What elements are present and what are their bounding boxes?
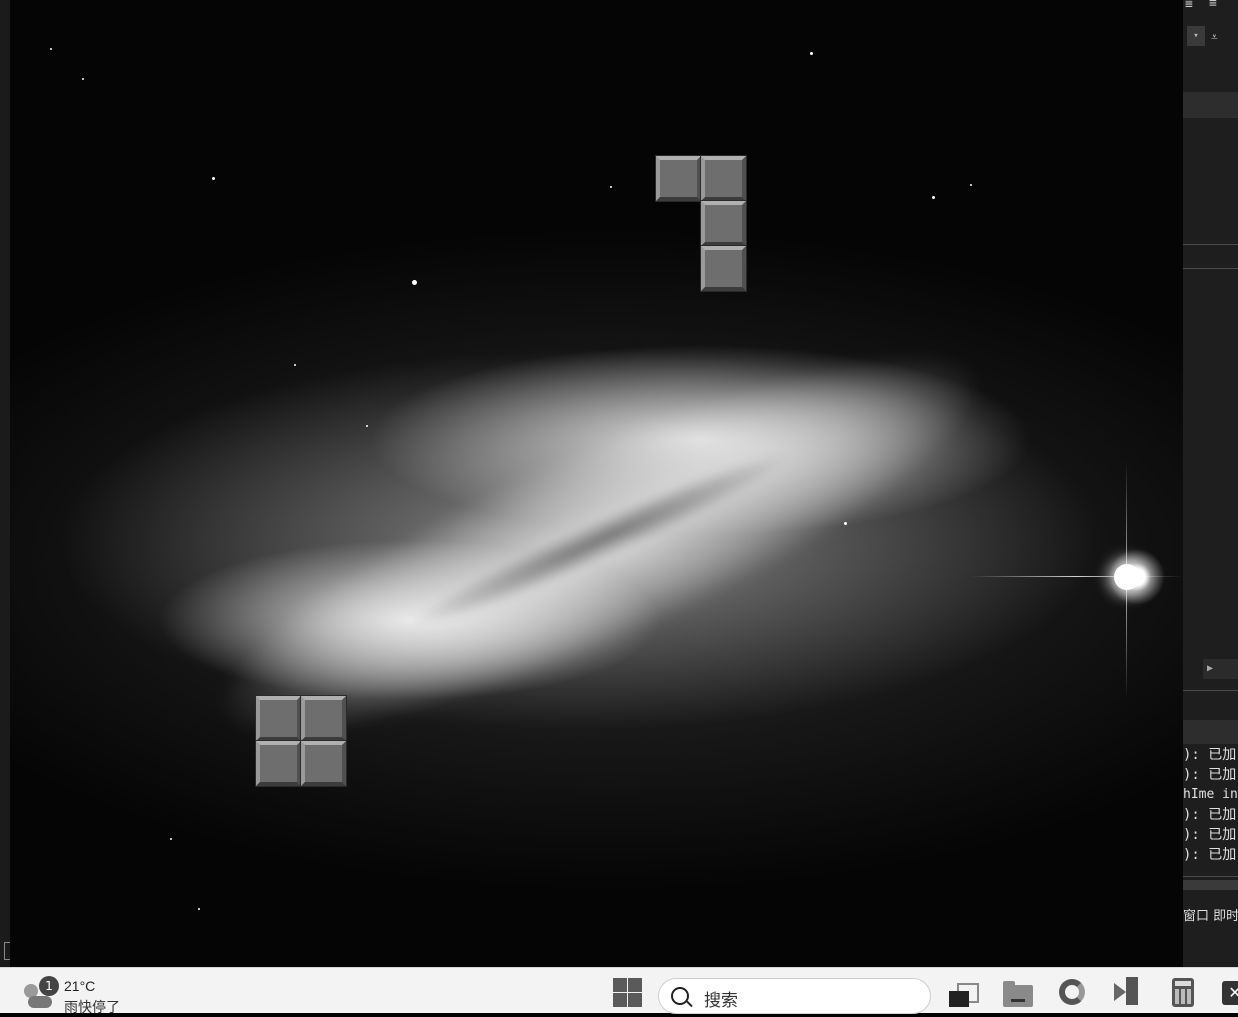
tetromino-block (255, 695, 302, 742)
output-log: ): 已加 ): 已加 hIme in ): 已加 ): 已加 ): 已加 (1183, 745, 1238, 865)
visual-studio-icon[interactable] (1110, 975, 1144, 1009)
list-icon[interactable]: ≣ (1185, 0, 1193, 11)
star (932, 196, 935, 199)
search-placeholder: 搜索 (704, 991, 738, 1010)
tetromino-block (700, 200, 747, 247)
menu-overflow-icon[interactable]: ⩡ (1211, 30, 1218, 45)
divider (1183, 876, 1238, 877)
tetromino-block (700, 245, 747, 292)
taskbar: 1 21°C 雨快停了 搜索 ✕ (0, 967, 1238, 1015)
tetromino-block (300, 695, 347, 742)
star (610, 186, 612, 188)
scrollbar[interactable] (1183, 880, 1238, 890)
search-icon (671, 987, 689, 1005)
output-line: ): 已加 (1183, 747, 1237, 763)
windows-start-icon[interactable] (611, 975, 645, 1009)
calculator-icon[interactable] (1166, 975, 1200, 1009)
star (50, 48, 52, 50)
star (198, 908, 200, 910)
divider (1183, 690, 1238, 691)
star (294, 364, 296, 366)
bottom-tabs[interactable]: 窗口 即时 (1183, 905, 1238, 924)
star (412, 280, 417, 285)
star (82, 78, 84, 80)
weather-description: 雨快停了 (64, 999, 120, 1015)
chevron-down-icon[interactable]: ▾ (1187, 26, 1205, 46)
output-line: ): 已加 (1183, 827, 1237, 843)
edge-icon[interactable] (1056, 975, 1090, 1009)
game-window[interactable] (10, 0, 1183, 967)
ide-window-edge: ≣ ≡ ▾ ⩡ ▶ ): 已加 ): 已加 hIme in ): 已加 ): 已… (1183, 0, 1238, 967)
star (212, 177, 215, 180)
notification-badge: 1 (39, 976, 59, 996)
star (366, 425, 368, 427)
star-spike (970, 576, 1183, 577)
scroll-right-icon[interactable]: ▶ (1203, 659, 1238, 679)
output-header (1183, 720, 1238, 744)
divider (1183, 268, 1238, 269)
task-view-icon[interactable] (945, 975, 979, 1009)
weather-widget[interactable]: 1 21°C 雨快停了 (22, 976, 162, 1015)
tetromino-block (700, 155, 747, 202)
file-explorer-icon[interactable] (1001, 975, 1035, 1009)
output-line: ): 已加 (1183, 847, 1237, 863)
background-window-edge (0, 0, 10, 967)
weather-temperature: 21°C (64, 978, 96, 994)
tetromino-block (300, 740, 347, 787)
star (810, 52, 813, 55)
output-line: ): 已加 (1183, 767, 1237, 783)
star (844, 522, 847, 525)
tetromino-block (655, 155, 702, 202)
divider (1183, 244, 1238, 245)
indent-icon[interactable]: ≡ (1209, 0, 1217, 11)
tetromino-block (255, 740, 302, 787)
bright-star (1114, 564, 1140, 590)
star (970, 184, 972, 186)
app-icon[interactable]: ✕ (1220, 975, 1238, 1009)
output-line: ): 已加 (1183, 807, 1237, 823)
search-input[interactable]: 搜索 (658, 978, 931, 1014)
panel-header (1183, 92, 1238, 118)
star (170, 838, 172, 840)
output-line: hIme in (1183, 787, 1238, 802)
